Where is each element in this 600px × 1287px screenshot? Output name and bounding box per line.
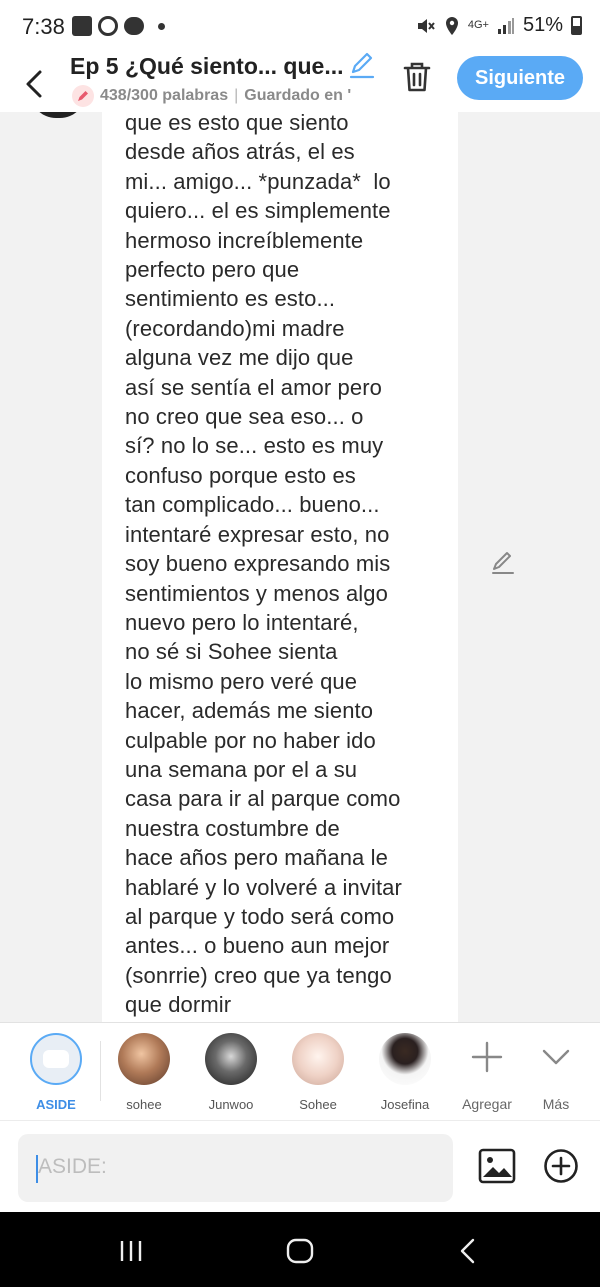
location-icon (445, 16, 458, 35)
status-time: 7:38 (22, 14, 65, 39)
add-label: Agregar (462, 1096, 512, 1112)
word-count-line: 438/300 palabras | Guardado en ' (72, 85, 372, 107)
character-name: ASIDE (36, 1097, 76, 1112)
avatar (118, 1033, 170, 1085)
back-icon[interactable] (452, 1234, 486, 1268)
recent-apps-icon[interactable] (114, 1234, 148, 1268)
next-button[interactable]: Siguiente (457, 56, 583, 100)
more-label: Más (542, 1096, 570, 1112)
plus-icon (471, 1041, 503, 1073)
notification-icons (72, 16, 165, 36)
chat-icon (124, 17, 144, 35)
system-nav-bar (0, 1212, 600, 1287)
input-bar: ASIDE: (0, 1120, 600, 1212)
system-icons: 4G+ 51% (416, 14, 582, 37)
word-count: 438/300 palabras (100, 87, 229, 104)
avatar (30, 112, 86, 118)
back-arrow-icon[interactable] (20, 64, 50, 104)
editor-header: Ep 5 ¿Qué siento... que... 438/300 palab… (0, 52, 600, 112)
character-name: sohee (126, 1097, 162, 1112)
character-bar: ASIDE sohee Junwoo Sohee Josefina Agrega… (0, 1022, 600, 1120)
avatar (379, 1033, 431, 1085)
avatar (205, 1033, 257, 1085)
edit-title-icon[interactable] (348, 52, 376, 80)
battery-percent: 51% (522, 14, 563, 36)
whatsapp-icon (98, 16, 118, 36)
input-placeholder: ASIDE: (38, 1155, 107, 1178)
character-josefina[interactable]: Josefina (370, 1033, 440, 1112)
battery-icon (571, 16, 582, 35)
story-content: que es esto que siento desde años atrás,… (0, 112, 600, 1022)
chevron-down-icon (542, 1049, 570, 1065)
network-type: 4G+ (467, 19, 489, 31)
mute-icon (417, 18, 435, 33)
status-bar: 7:38 4G+ 51% (0, 0, 600, 54)
signal-icon (497, 17, 514, 34)
aside-text-card[interactable]: que es esto que siento desde años atrás,… (102, 112, 458, 1022)
more-button[interactable]: Más (521, 1037, 591, 1112)
saved-status: Guardado en ' (244, 87, 352, 104)
home-icon[interactable] (283, 1234, 317, 1268)
aside-text[interactable]: que es esto que siento desde años atrás,… (125, 112, 445, 1020)
episode-title[interactable]: Ep 5 ¿Qué siento... que... (70, 53, 346, 80)
character-junwoo[interactable]: Junwoo (196, 1033, 266, 1112)
gallery-icon (72, 16, 92, 36)
character-name: Junwoo (208, 1097, 254, 1112)
character-sohee[interactable]: sohee (109, 1033, 179, 1112)
character-sohee-2[interactable]: Sohee (283, 1033, 353, 1112)
separator: | (234, 87, 239, 104)
add-character-button[interactable]: Agregar (452, 1037, 522, 1112)
avatar (292, 1033, 344, 1085)
character-name: Josefina (380, 1097, 430, 1112)
pencil-badge-icon (72, 85, 94, 107)
text-input[interactable]: ASIDE: (18, 1134, 453, 1202)
more-notifications-icon (158, 22, 165, 30)
image-icon[interactable] (478, 1147, 516, 1185)
trash-icon[interactable] (401, 60, 433, 94)
divider (100, 1041, 101, 1101)
add-circle-icon[interactable] (543, 1148, 579, 1184)
aside-avatar (30, 1033, 82, 1085)
character-aside[interactable]: ASIDE (21, 1033, 91, 1112)
character-name: Sohee (299, 1097, 337, 1112)
edit-pencil-icon[interactable] (490, 550, 516, 576)
